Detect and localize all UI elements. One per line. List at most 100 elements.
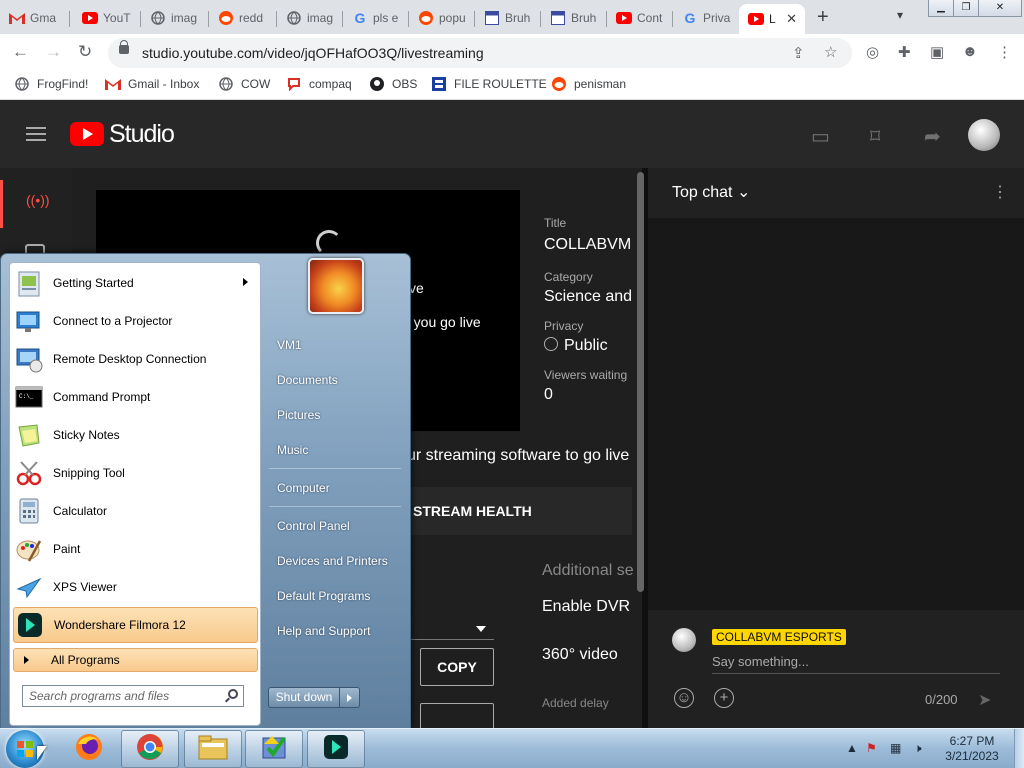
bookmark-gmail-inbox[interactable]: Gmail - Inbox xyxy=(105,76,199,92)
top-chat-dropdown[interactable]: Top chat ⌄ xyxy=(672,182,750,202)
program-connect-projector[interactable]: Connect to a Projector xyxy=(13,303,258,339)
forward-arrow-icon[interactable]: → xyxy=(45,42,62,62)
copy-button[interactable]: COPY xyxy=(420,648,494,686)
channel-avatar[interactable] xyxy=(968,119,1000,151)
network-icon[interactable]: ▦ xyxy=(890,741,901,755)
google-icon: G xyxy=(354,10,366,26)
bookmark-frogfind[interactable]: FrogFind! xyxy=(14,76,88,92)
taskbar-filmora[interactable] xyxy=(307,730,365,768)
taskbar-chrome[interactable] xyxy=(121,730,179,768)
program-label: Paint xyxy=(53,542,81,556)
tab-youtube-content[interactable]: Cont xyxy=(607,4,673,32)
additional-settings-heading: Additional se xyxy=(542,562,634,579)
bookmark-label: Gmail - Inbox xyxy=(128,77,200,91)
action-center-flag-icon[interactable]: ⚑ xyxy=(866,741,877,755)
chrome-menu-icon[interactable]: ⋮ xyxy=(997,43,1012,61)
start-link-default-programs[interactable]: Default Programs xyxy=(277,589,370,603)
program-paint[interactable]: Paint xyxy=(13,531,258,567)
tab-google-search[interactable]: G pls e xyxy=(343,4,409,32)
chrome-icon xyxy=(135,732,165,767)
extensions-puzzle-icon[interactable]: ✚ xyxy=(898,43,911,61)
bookmark-penisman[interactable]: penisman xyxy=(551,76,626,92)
bookmark-star-icon[interactable]: ☆ xyxy=(824,43,837,61)
tab-reddit-1[interactable]: redd xyxy=(209,4,277,32)
side-panel-icon[interactable]: ▣ xyxy=(930,43,944,61)
start-link-music[interactable]: Music xyxy=(277,443,308,457)
start-link-computer[interactable]: Computer xyxy=(277,481,330,495)
close-window-button[interactable]: ✕ xyxy=(978,0,1022,17)
start-link-pictures[interactable]: Pictures xyxy=(277,408,320,422)
tab-google-privacy[interactable]: G Priva xyxy=(673,4,739,32)
start-link-documents[interactable]: Documents xyxy=(277,373,338,387)
search-programs-input[interactable]: Search programs and files xyxy=(22,685,244,707)
minimize-button[interactable]: ▁ xyxy=(928,0,954,17)
tab-label: imag xyxy=(171,11,198,25)
tab-gmail[interactable]: Gma xyxy=(0,4,70,32)
window-icon xyxy=(484,10,500,26)
extension-sync-icon[interactable]: ◎ xyxy=(866,43,879,61)
main-scrollbar[interactable] xyxy=(637,172,644,592)
program-getting-started[interactable]: Getting Started xyxy=(13,265,258,301)
show-hidden-icons-arrow[interactable]: ▲ xyxy=(846,741,858,755)
program-remote-desktop[interactable]: Remote Desktop Connection xyxy=(13,341,258,377)
youtube-logo-icon[interactable] xyxy=(70,122,104,146)
program-xps-viewer[interactable]: XPS Viewer xyxy=(13,569,258,605)
address-bar[interactable]: studio.youtube.com/video/jqOFHafOO3Q/liv… xyxy=(108,38,852,68)
taskbar-clock[interactable]: 6:27 PM 3/21/2023 xyxy=(938,734,1006,764)
back-arrow-icon[interactable]: ← xyxy=(12,42,29,62)
tab-bruh-1[interactable]: Bruh xyxy=(475,4,541,32)
reddit-icon xyxy=(218,10,234,26)
tab-label: Cont xyxy=(637,11,663,25)
taskbar-file-explorer[interactable] xyxy=(184,730,242,768)
program-command-prompt[interactable]: C:\_ Command Prompt xyxy=(13,379,258,415)
bookmark-file-roulette[interactable]: FILE ROULETTE xyxy=(431,76,547,92)
copy-button-2[interactable] xyxy=(420,703,494,728)
tab-youtube[interactable]: YouT xyxy=(73,4,141,32)
stream-key-dropdown[interactable] xyxy=(402,620,494,640)
bookmark-cow[interactable]: COW xyxy=(218,76,270,92)
program-calculator[interactable]: Calculator xyxy=(13,493,258,529)
chat-message-input[interactable]: Say something... xyxy=(712,654,809,669)
user-picture[interactable] xyxy=(308,258,364,314)
bookmark-compaq[interactable]: compaq xyxy=(286,76,352,92)
reload-icon[interactable]: ↻ xyxy=(78,42,92,62)
clapperboard-icon[interactable]: ▭ xyxy=(811,124,830,149)
rail-item-stream[interactable]: ((•)) xyxy=(0,180,72,228)
start-link-control-panel[interactable]: Control Panel xyxy=(277,519,350,533)
top-chat-label: Top chat xyxy=(672,184,733,201)
hamburger-menu-icon[interactable] xyxy=(26,127,46,141)
start-link-vm1[interactable]: VM1 xyxy=(277,338,302,352)
emoji-icon[interactable]: ☺ xyxy=(674,688,694,708)
add-icon[interactable]: + xyxy=(714,688,734,708)
restore-button[interactable]: ❐ xyxy=(953,0,979,17)
tab-images-2[interactable]: imag xyxy=(277,4,343,32)
share-arrow-icon[interactable]: ➦ xyxy=(924,124,941,149)
all-programs-button[interactable]: All Programs xyxy=(13,648,258,672)
shut-down-button[interactable]: Shut down xyxy=(268,687,340,708)
close-tab-icon[interactable]: ✕ xyxy=(786,11,797,27)
start-link-help-support[interactable]: Help and Support xyxy=(277,624,370,638)
taskbar-installer[interactable] xyxy=(245,730,303,768)
preview-text-1: ve xyxy=(409,280,424,296)
program-sticky-notes[interactable]: Sticky Notes xyxy=(13,417,258,453)
chat-more-icon[interactable]: ⋮ xyxy=(992,182,1008,202)
tab-livestream-active[interactable]: L ✕ xyxy=(739,4,805,34)
share-icon[interactable]: ⇪ xyxy=(792,44,805,62)
show-desktop-button[interactable] xyxy=(1014,729,1024,768)
tab-search-chevron-icon[interactable]: ▾ xyxy=(897,8,903,22)
volume-muted-icon[interactable]: 🕨 xyxy=(914,741,922,756)
program-snipping-tool[interactable]: Snipping Tool xyxy=(13,455,258,491)
tab-bruh-2[interactable]: Bruh xyxy=(541,4,607,32)
taskbar-firefox[interactable] xyxy=(60,730,118,768)
studio-header: Studio ▭ ⌑ ➦ xyxy=(0,100,1024,168)
tab-reddit-2[interactable]: popu xyxy=(409,4,475,32)
bookmark-icon[interactable]: ⌑ xyxy=(870,124,880,149)
shut-down-options-arrow[interactable] xyxy=(340,687,360,708)
start-link-devices-printers[interactable]: Devices and Printers xyxy=(277,554,388,568)
send-icon[interactable]: ➤ xyxy=(978,690,991,710)
tab-images-1[interactable]: imag xyxy=(141,4,209,32)
profile-icon[interactable]: ☻ xyxy=(962,43,978,60)
new-tab-button[interactable]: + xyxy=(817,6,829,29)
bookmark-obs[interactable]: OBS xyxy=(369,76,417,92)
program-wondershare-filmora[interactable]: Wondershare Filmora 12 xyxy=(13,607,258,643)
